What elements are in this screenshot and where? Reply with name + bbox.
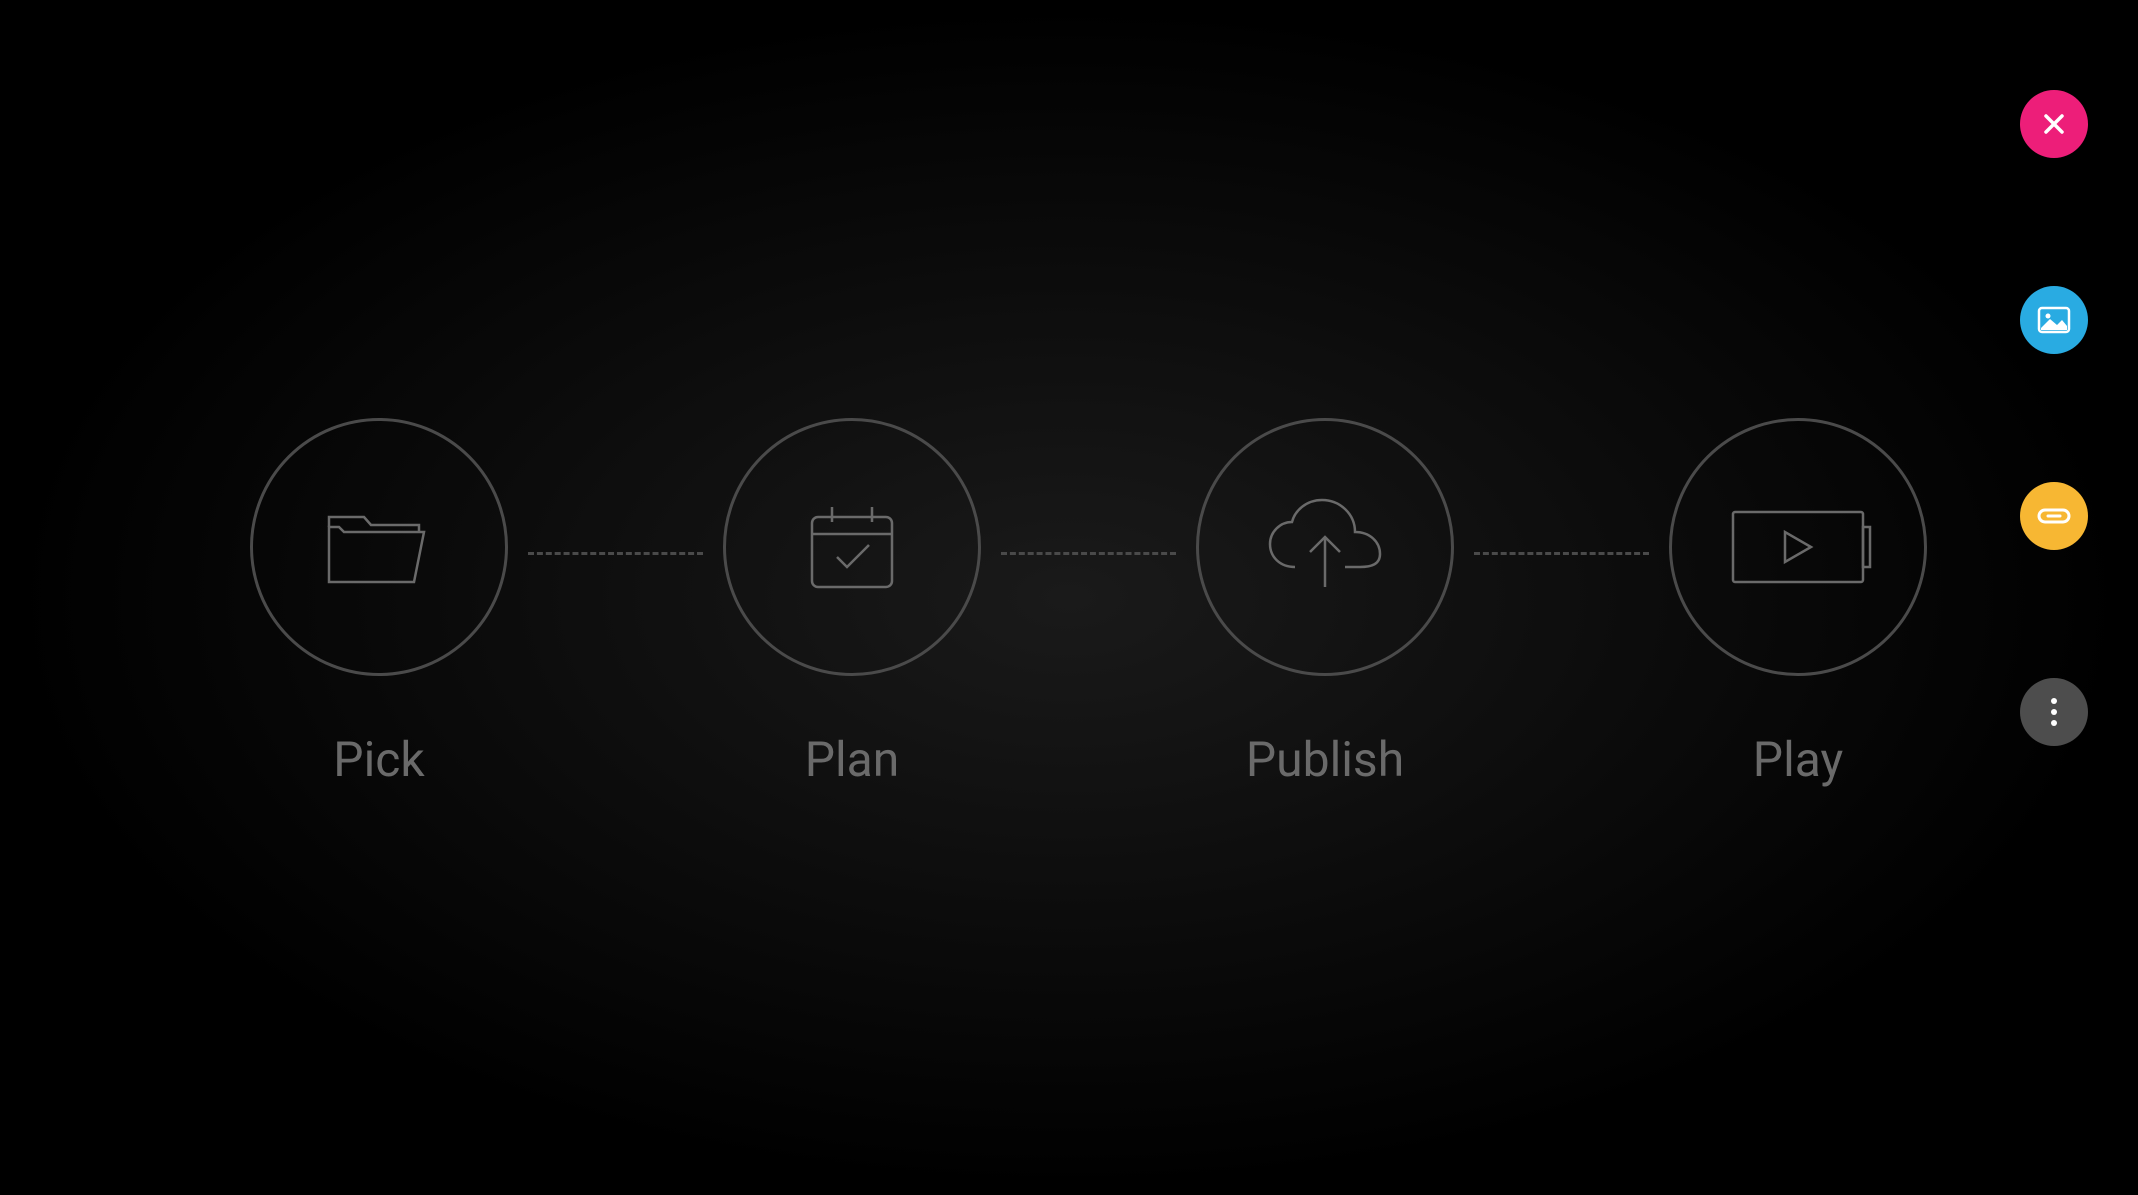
step-pick[interactable]: Pick: [250, 418, 508, 788]
step-label: Pick: [333, 731, 424, 788]
cloud-upload-icon: [1260, 492, 1390, 602]
more-vertical-icon: [2049, 696, 2059, 728]
calendar-check-icon: [797, 492, 907, 602]
step-play[interactable]: Play: [1669, 418, 1927, 788]
folder-icon: [319, 497, 439, 597]
workflow-steps: Pick Plan Publish: [250, 418, 1927, 788]
step-plan[interactable]: Plan: [723, 418, 981, 788]
play-screen-icon: [1723, 497, 1873, 597]
side-action-buttons: [2020, 90, 2088, 746]
connector: [1001, 552, 1176, 555]
close-button[interactable]: [2020, 90, 2088, 158]
close-icon: [2040, 110, 2068, 138]
connector: [1474, 552, 1649, 555]
step-circle: [1196, 418, 1454, 676]
step-circle: [1669, 418, 1927, 676]
link-button[interactable]: [2020, 482, 2088, 550]
step-label: Play: [1753, 731, 1843, 788]
step-label: Plan: [805, 731, 900, 788]
image-icon: [2037, 306, 2071, 334]
connector: [528, 552, 703, 555]
step-publish[interactable]: Publish: [1196, 418, 1454, 788]
image-button[interactable]: [2020, 286, 2088, 354]
step-label: Publish: [1246, 731, 1404, 788]
more-button[interactable]: [2020, 678, 2088, 746]
step-circle: [250, 418, 508, 676]
step-circle: [723, 418, 981, 676]
link-icon: [2036, 504, 2072, 528]
